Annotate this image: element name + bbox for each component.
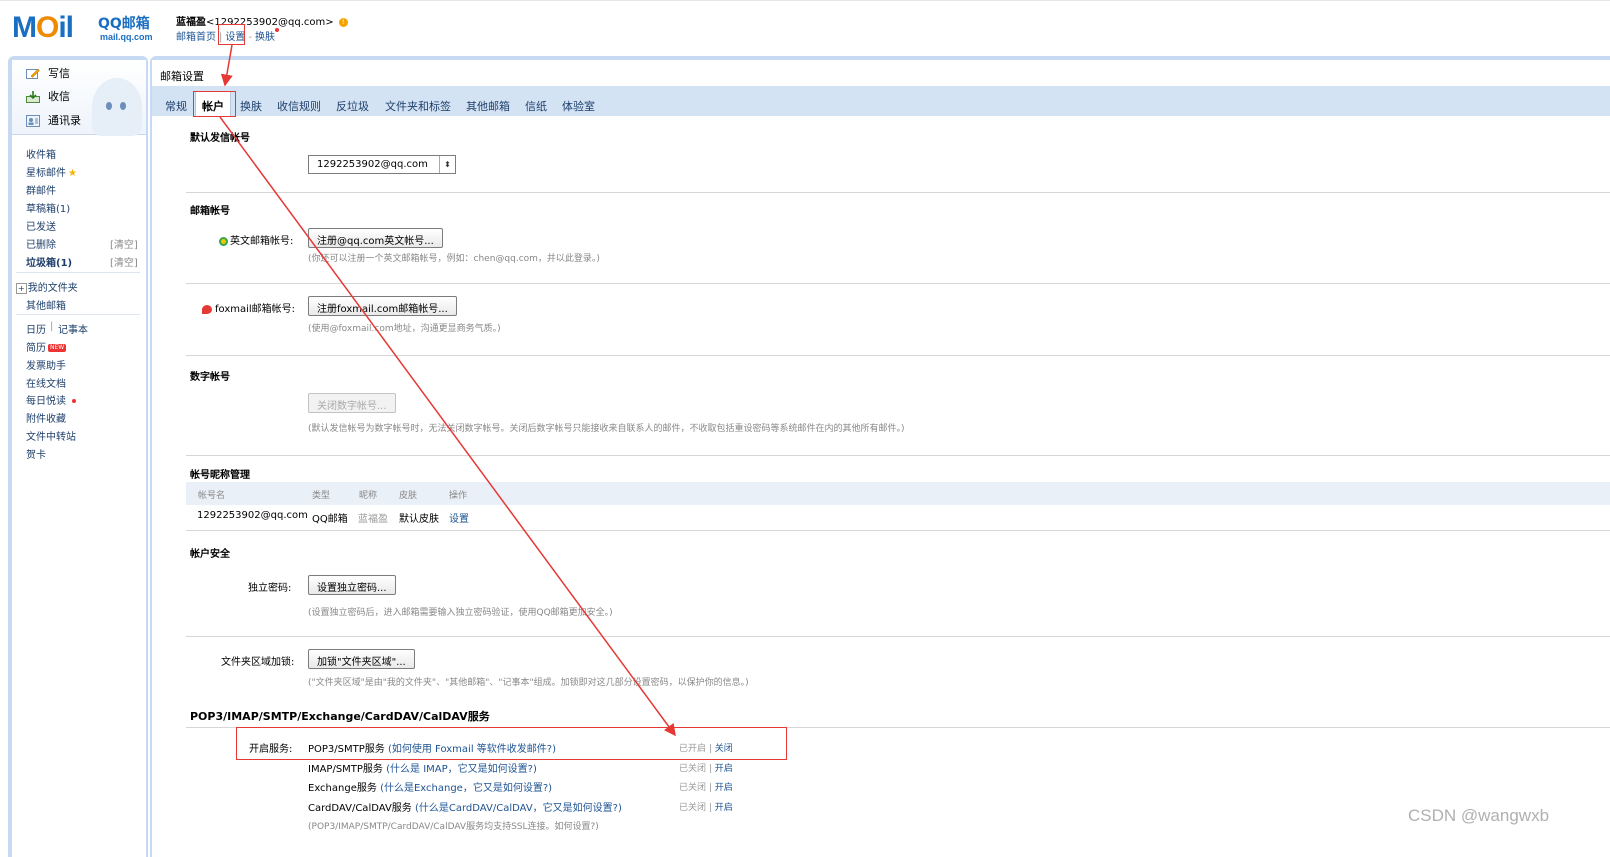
annotation-arrows: [219, 44, 676, 737]
watermark: CSDN @wangwxb: [1408, 806, 1550, 825]
